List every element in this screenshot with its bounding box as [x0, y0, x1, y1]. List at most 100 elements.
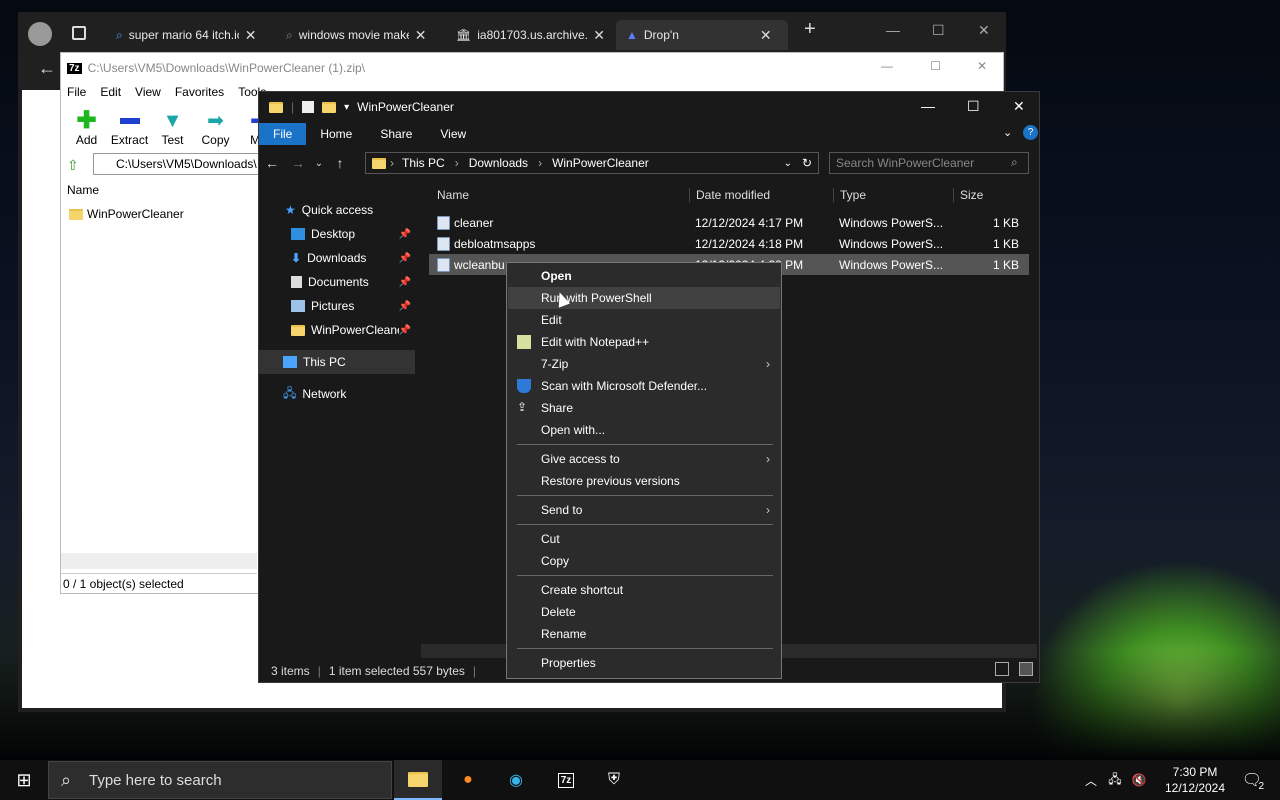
copy-button[interactable]: ➡ Copy — [194, 109, 237, 149]
table-row[interactable]: cleaner 12/12/2024 4:17 PM Windows Power… — [429, 212, 1029, 233]
horizontal-scrollbar[interactable] — [61, 553, 257, 569]
windows-start-icon[interactable]: ⊞ — [0, 760, 48, 800]
back-arrow-icon[interactable]: ← — [38, 58, 56, 79]
browser-tab-actions-icon[interactable] — [72, 26, 86, 40]
browser-tab-3[interactable]: 🏛ia801703.us.archive.org✕ — [446, 20, 616, 50]
menu-item-delete[interactable]: Delete — [508, 601, 780, 623]
menu-item-run-with-powershell[interactable]: Run with PowerShell — [508, 287, 780, 309]
sidebar-item-network[interactable]: 🖧 Network — [259, 382, 415, 406]
volume-muted-icon[interactable]: 🔇 — [1128, 760, 1150, 800]
network-tray-icon[interactable]: 🖧 — [1104, 760, 1126, 800]
close-icon[interactable]: ✕ — [593, 27, 605, 44]
new-tab-button[interactable]: + — [804, 18, 816, 41]
sidebar-item-pictures[interactable]: Pictures 📌 — [259, 294, 415, 318]
menu-item-edit[interactable]: Edit — [508, 309, 780, 331]
menu-item-create-shortcut[interactable]: Create shortcut — [508, 579, 780, 601]
clock[interactable]: 7:30 PM 12/12/2024 — [1160, 764, 1230, 796]
refresh-icon[interactable]: ↻ — [802, 156, 812, 170]
menu-item-share[interactable]: ⇪ Share — [508, 397, 780, 419]
close-icon[interactable]: ✕ — [245, 27, 257, 44]
table-row[interactable]: debloatmsapps 12/12/2024 4:18 PM Windows… — [429, 233, 1029, 254]
menu-item-cut[interactable]: Cut — [508, 528, 780, 550]
chevron-up-icon[interactable]: ︿ — [1080, 760, 1102, 800]
tab-file[interactable]: File — [259, 123, 307, 145]
new-folder-icon[interactable] — [322, 101, 337, 113]
maximize-icon[interactable]: ☐ — [967, 98, 980, 115]
up-arrow-icon[interactable]: ↑ — [327, 155, 353, 171]
sevenzip-address-field[interactable]: C:\Users\VM5\Downloads\ — [93, 153, 263, 175]
notification-center-icon[interactable]: 🗨 2 — [1232, 760, 1272, 800]
minimize-icon[interactable]: — — [886, 22, 900, 38]
edge-taskbar-icon[interactable]: ◉ — [492, 760, 540, 800]
close-icon[interactable]: ✕ — [978, 22, 990, 39]
tab-home[interactable]: Home — [306, 123, 366, 145]
close-icon[interactable]: ✕ — [415, 27, 427, 44]
close-icon[interactable]: ✕ — [760, 27, 772, 44]
minimize-icon[interactable]: — — [921, 98, 935, 114]
firefox-taskbar-icon[interactable]: ● — [444, 760, 492, 800]
breadcrumb-downloads[interactable]: Downloads — [469, 156, 528, 170]
menu-item-edit-with-notepad[interactable]: Edit with Notepad++ — [508, 331, 780, 353]
minimize-icon[interactable]: — — [881, 59, 893, 73]
forward-arrow-icon[interactable]: → — [285, 155, 311, 171]
menu-file[interactable]: File — [67, 85, 86, 99]
breadcrumb[interactable]: › This PC › Downloads › WinPowerCleaner ⌄ … — [365, 152, 819, 174]
menu-view[interactable]: View — [135, 85, 161, 99]
column-header-name[interactable]: Name — [429, 188, 689, 202]
breadcrumb-this-pc[interactable]: This PC — [402, 156, 445, 170]
properties-icon[interactable] — [302, 101, 315, 113]
sidebar-item-winpowercleaner[interactable]: WinPowerCleaner 📌 — [259, 318, 415, 342]
maximize-icon[interactable]: ☐ — [932, 22, 945, 39]
extract-button[interactable]: Extract — [108, 109, 151, 149]
browser-tab-1[interactable]: ⌕ super mario 64 itch.io ✕ — [106, 20, 276, 50]
menu-item-rename[interactable]: Rename — [508, 623, 780, 645]
browser-tab-2[interactable]: ⌕ windows movie maker ✕ — [276, 20, 446, 50]
close-icon[interactable]: ✕ — [977, 59, 987, 73]
add-button[interactable]: ✚ Add — [65, 109, 108, 149]
menu-item-7zip[interactable]: 7-Zip › — [508, 353, 780, 375]
details-view-icon[interactable] — [995, 662, 1009, 676]
column-header-date[interactable]: Date modified — [689, 188, 833, 202]
list-item[interactable]: WinPowerCleaner — [69, 207, 184, 221]
menu-item-properties[interactable]: Properties — [508, 652, 780, 674]
large-icons-view-icon[interactable] — [1019, 662, 1033, 676]
test-button[interactable]: ▼ Test — [151, 109, 194, 149]
close-icon[interactable]: ✕ — [1013, 98, 1025, 115]
customize-toolbar-icon[interactable]: ▾ — [344, 102, 349, 113]
menu-item-scan-defender[interactable]: Scan with Microsoft Defender... — [508, 375, 780, 397]
menu-item-give-access[interactable]: Give access to › — [508, 448, 780, 470]
chevron-down-icon[interactable]: ⌄ — [1003, 126, 1012, 139]
sidebar-item-downloads[interactable]: ⬇ Downloads 📌 — [259, 246, 415, 270]
column-header-name[interactable]: Name — [67, 183, 99, 197]
menu-item-open-with[interactable]: Open with... — [508, 419, 780, 441]
sidebar-item-desktop[interactable]: Desktop 📌 — [259, 222, 415, 246]
back-arrow-icon[interactable]: ← — [259, 155, 285, 171]
up-folder-icon[interactable]: ⇧ — [67, 157, 79, 174]
menu-item-copy[interactable]: Copy — [508, 550, 780, 572]
browser-tab-4[interactable]: ▲ Drop'n ✕ — [616, 20, 788, 50]
recent-locations-icon[interactable]: ⌄ — [311, 158, 327, 169]
column-header-type[interactable]: Type — [833, 188, 953, 202]
browser-profile-icon[interactable] — [28, 22, 52, 46]
file-explorer-taskbar-icon[interactable] — [394, 760, 442, 800]
maximize-icon[interactable]: ☐ — [930, 59, 941, 73]
sevenzip-taskbar-icon[interactable]: 7z — [542, 760, 590, 800]
taskbar-search-input[interactable]: ⌕ Type here to search — [48, 761, 392, 799]
sidebar-item-this-pc[interactable]: This PC — [259, 350, 415, 374]
tab-share[interactable]: Share — [366, 123, 426, 145]
menu-item-open[interactable]: Open — [508, 265, 780, 287]
menu-edit[interactable]: Edit — [100, 85, 121, 99]
breadcrumb-winpowercleaner[interactable]: WinPowerCleaner — [552, 156, 649, 170]
minus-icon — [119, 118, 140, 124]
menu-item-send-to[interactable]: Send to › — [508, 499, 780, 521]
search-input[interactable]: Search WinPowerCleaner — [829, 152, 1029, 174]
chevron-down-icon[interactable]: ⌄ — [784, 158, 792, 169]
security-shield-taskbar-icon[interactable]: ⛨ — [590, 760, 638, 800]
column-header-size[interactable]: Size — [953, 188, 1019, 202]
tab-view[interactable]: View — [426, 123, 480, 145]
menu-item-restore-versions[interactable]: Restore previous versions — [508, 470, 780, 492]
menu-favorites[interactable]: Favorites — [175, 85, 224, 99]
sidebar-item-documents[interactable]: Documents 📌 — [259, 270, 415, 294]
help-icon[interactable]: ? — [1023, 125, 1038, 140]
sidebar-item-quick-access[interactable]: ★ Quick access — [259, 198, 415, 222]
